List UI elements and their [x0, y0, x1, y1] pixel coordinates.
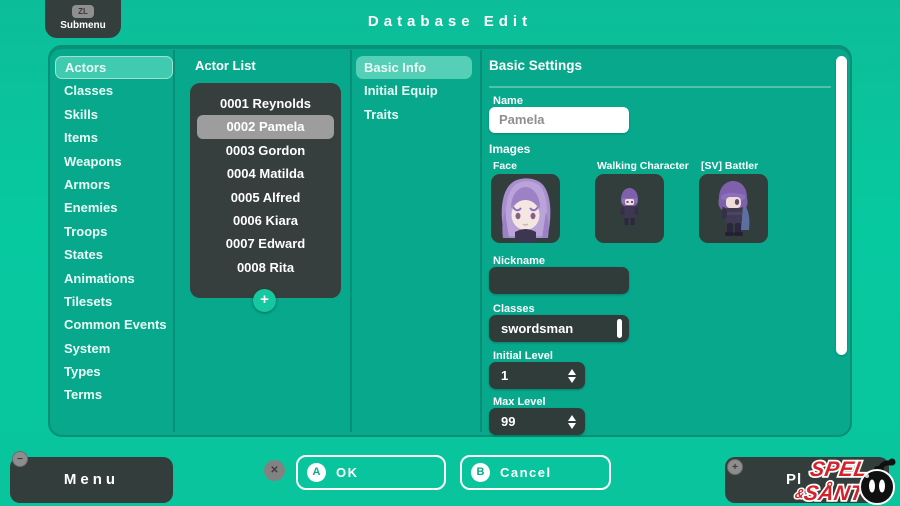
actor-list-item[interactable]: 0006 Kiara [197, 209, 334, 232]
sidebar-item-items[interactable]: Items [55, 126, 173, 149]
actor-list-item[interactable]: 0008 Rita [197, 256, 334, 279]
classes-select[interactable]: swordsman [489, 315, 629, 342]
x-button-icon[interactable]: ✕ [264, 460, 285, 481]
actor-list: 0001 Reynolds 0002 Pamela 0003 Gordon 00… [190, 83, 341, 298]
classes-label: Classes [493, 303, 535, 315]
sidebar-item-system[interactable]: System [55, 337, 173, 360]
sidebar-item-skills[interactable]: Skills [55, 103, 173, 126]
battler-sprite-icon [699, 174, 768, 243]
sidebar-item-classes[interactable]: Classes [55, 79, 173, 102]
cancel-button[interactable]: B Cancel [460, 455, 611, 490]
actor-list-item[interactable]: 0003 Gordon [197, 139, 334, 162]
play-test-button[interactable]: Pl [725, 457, 889, 503]
actor-list-item[interactable]: 0007 Edward [197, 232, 334, 255]
initial-level-stepper[interactable]: 1 [489, 362, 585, 389]
tab-traits[interactable]: Traits [356, 103, 472, 126]
actor-list-header: Actor List [195, 58, 256, 73]
play-test-label: Pl [786, 457, 802, 503]
sidebar-item-common-events[interactable]: Common Events [55, 313, 173, 336]
classes-scrollbar-thumb[interactable] [617, 319, 622, 338]
face-portrait-icon [491, 174, 560, 243]
face-label: Face [493, 160, 517, 172]
sidebar-item-tilesets[interactable]: Tilesets [55, 290, 173, 313]
nickname-label: Nickname [493, 255, 545, 267]
classes-value: swordsman [501, 321, 573, 336]
max-level-stepper[interactable]: 99 [489, 408, 585, 435]
settings-scrollbar[interactable] [836, 56, 847, 355]
column-divider [173, 50, 175, 432]
images-label: Images [489, 142, 530, 156]
category-sidebar: Actors Classes Skills Items Weapons Armo… [55, 56, 173, 407]
sidebar-item-terms[interactable]: Terms [55, 383, 173, 406]
initial-level-label: Initial Level [493, 350, 553, 362]
actor-list-item[interactable]: 0001 Reynolds [197, 92, 334, 115]
sidebar-item-states[interactable]: States [55, 243, 173, 266]
tab-basic-info[interactable]: Basic Info [356, 56, 472, 79]
arrow-up-icon[interactable] [568, 415, 576, 421]
name-input[interactable]: Pamela [489, 107, 629, 133]
arrow-down-icon[interactable] [568, 377, 576, 383]
max-level-value: 99 [501, 414, 515, 429]
menu-button[interactable]: Menu [10, 457, 173, 503]
column-divider [350, 50, 352, 432]
plus-button-icon: + [727, 459, 743, 475]
sv-battler-label: [SV] Battler [701, 160, 758, 172]
sv-battler-image[interactable] [699, 174, 768, 243]
sidebar-item-actors[interactable]: Actors [55, 56, 173, 79]
cancel-button-label: Cancel [500, 465, 552, 480]
a-button-icon: A [307, 463, 326, 482]
initial-level-value: 1 [501, 368, 508, 383]
walking-sprite-icon [595, 174, 664, 243]
walking-character-image[interactable] [595, 174, 664, 243]
minus-button-icon: − [12, 451, 28, 467]
sidebar-item-weapons[interactable]: Weapons [55, 150, 173, 173]
column-divider [480, 50, 482, 432]
tab-initial-equip[interactable]: Initial Equip [356, 79, 472, 102]
name-label: Name [493, 95, 523, 107]
sidebar-item-enemies[interactable]: Enemies [55, 196, 173, 219]
sidebar-item-types[interactable]: Types [55, 360, 173, 383]
sidebar-item-troops[interactable]: Troops [55, 220, 173, 243]
page-title: Database Edit [0, 13, 900, 30]
face-image[interactable] [491, 174, 560, 243]
sidebar-item-armors[interactable]: Armors [55, 173, 173, 196]
actor-list-item[interactable]: 0005 Alfred [197, 186, 334, 209]
arrow-up-icon[interactable] [568, 369, 576, 375]
nickname-input[interactable] [489, 267, 629, 294]
sidebar-item-animations[interactable]: Animations [55, 267, 173, 290]
detail-tabs: Basic Info Initial Equip Traits [356, 56, 472, 126]
basic-settings-header: Basic Settings [489, 58, 582, 73]
arrow-down-icon[interactable] [568, 423, 576, 429]
walking-character-label: Walking Character [597, 160, 689, 172]
spinner-arrows-icon[interactable] [568, 369, 576, 383]
actor-list-item-selected[interactable]: 0002 Pamela [197, 115, 334, 138]
b-button-icon: B [471, 463, 490, 482]
actor-list-item[interactable]: 0004 Matilda [197, 162, 334, 185]
section-divider [489, 86, 831, 88]
max-level-label: Max Level [493, 396, 546, 408]
ok-button[interactable]: A OK [296, 455, 446, 490]
ok-button-label: OK [336, 465, 359, 480]
add-actor-button[interactable]: + [253, 289, 276, 312]
database-edit-screen: ZL Submenu Database Edit Actors Classes … [0, 0, 900, 506]
spinner-arrows-icon[interactable] [568, 415, 576, 429]
